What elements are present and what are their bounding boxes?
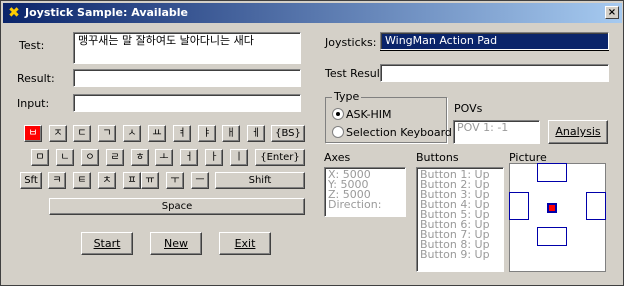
key-ae[interactable]: ㅐ (222, 125, 240, 142)
key-a[interactable]: ㅏ (205, 149, 223, 166)
type-option-ask-him: ASK-HIM (346, 108, 392, 121)
type-group: Type ASK-HIM Selection Keyboard (325, 91, 452, 143)
key-pieup[interactable]: ㅍ (123, 172, 141, 189)
new-button[interactable]: New (150, 232, 202, 255)
key-chieut[interactable]: ㅊ (98, 172, 116, 189)
key-bieup[interactable]: ㅂ (24, 125, 42, 142)
buttons-label: Buttons (416, 151, 459, 164)
key-shift-left[interactable]: Sft (20, 172, 42, 189)
dpad-down (537, 227, 567, 246)
input-field[interactable] (73, 94, 301, 112)
dpad-left (509, 192, 529, 220)
key-shift-right[interactable]: Shift (215, 172, 305, 189)
title-bar[interactable]: ✖ Joystick Sample: Available × (3, 3, 622, 23)
key-hieut[interactable]: ㅎ (131, 149, 149, 166)
position-indicator (547, 203, 557, 213)
result-label: Result: (17, 72, 55, 85)
key-yu[interactable]: ㅠ (141, 172, 159, 189)
key-yo[interactable]: ㅛ (148, 125, 166, 142)
button-state: Button 9: Up (420, 248, 490, 261)
exit-button[interactable]: Exit (219, 232, 271, 255)
key-digeut[interactable]: ㄷ (73, 125, 91, 142)
dpad-right (586, 192, 606, 220)
joysticks-underline (380, 50, 609, 51)
test-result-label: Test Result: (325, 67, 388, 80)
joysticks-label: Joysticks: (325, 36, 377, 49)
key-kieuk[interactable]: ㅋ (48, 172, 66, 189)
key-ya[interactable]: ㅑ (198, 125, 216, 142)
result-field[interactable] (73, 69, 301, 87)
type-group-title: Type (332, 90, 362, 103)
key-i[interactable]: ㅣ (230, 149, 248, 166)
dpad-up (537, 163, 567, 182)
key-jieut[interactable]: ㅈ (49, 125, 67, 142)
start-button[interactable]: Start (81, 232, 133, 255)
key-backspace[interactable]: {BS} (271, 125, 305, 142)
input-label: Input: (17, 97, 50, 110)
test-label: Test: (19, 39, 45, 52)
key-yeo[interactable]: ㅕ (173, 125, 191, 142)
main-window: ✖ Joystick Sample: Available × Test: 맹꾸새… (0, 0, 624, 286)
key-e[interactable]: ㅔ (247, 125, 265, 142)
key-rieul[interactable]: ㄹ (106, 149, 124, 166)
axes-line: Direction: (328, 198, 382, 211)
joystick-picture (509, 163, 606, 272)
type-radio-ask-him[interactable] (332, 108, 344, 120)
pov-field: POV 1: -1 (453, 120, 540, 144)
axes-label: Axes (324, 151, 351, 164)
test-text-field[interactable]: 맹꾸새는 말 잘하여도 날아다니는 새다 (73, 32, 301, 64)
analysis-button[interactable]: Analysis (548, 120, 608, 144)
buttons-list: Button 1: Up Button 2: Up Button 3: Up B… (416, 167, 504, 272)
key-siot[interactable]: ㅅ (123, 125, 141, 142)
key-space[interactable]: Space (49, 198, 305, 215)
joysticks-list[interactable]: WingMan Action Pad (380, 32, 609, 50)
key-giyeok[interactable]: ㄱ (98, 125, 116, 142)
key-ieung[interactable]: ㅇ (81, 149, 99, 166)
key-eo[interactable]: ㅓ (180, 149, 198, 166)
key-u[interactable]: ㅜ (166, 172, 184, 189)
type-option-selection-keyboard: Selection Keyboard (346, 126, 452, 139)
key-tieut[interactable]: ㅌ (73, 172, 91, 189)
key-nieun[interactable]: ㄴ (56, 149, 74, 166)
key-eu[interactable]: ㅡ (191, 172, 209, 189)
joystick-app-icon: ✖ (8, 5, 20, 21)
axes-list: X: 5000 Y: 5000 Z: 5000 Direction: (324, 167, 406, 217)
key-mieum[interactable]: ㅁ (31, 149, 49, 166)
window-title: Joystick Sample: Available (25, 6, 188, 19)
close-button[interactable]: × (605, 6, 619, 19)
key-enter[interactable]: {Enter} (255, 149, 305, 166)
key-o[interactable]: ㅗ (155, 149, 173, 166)
test-result-field[interactable] (380, 64, 609, 82)
povs-label: POVs (454, 102, 483, 115)
type-radio-selection-keyboard[interactable] (332, 126, 344, 138)
